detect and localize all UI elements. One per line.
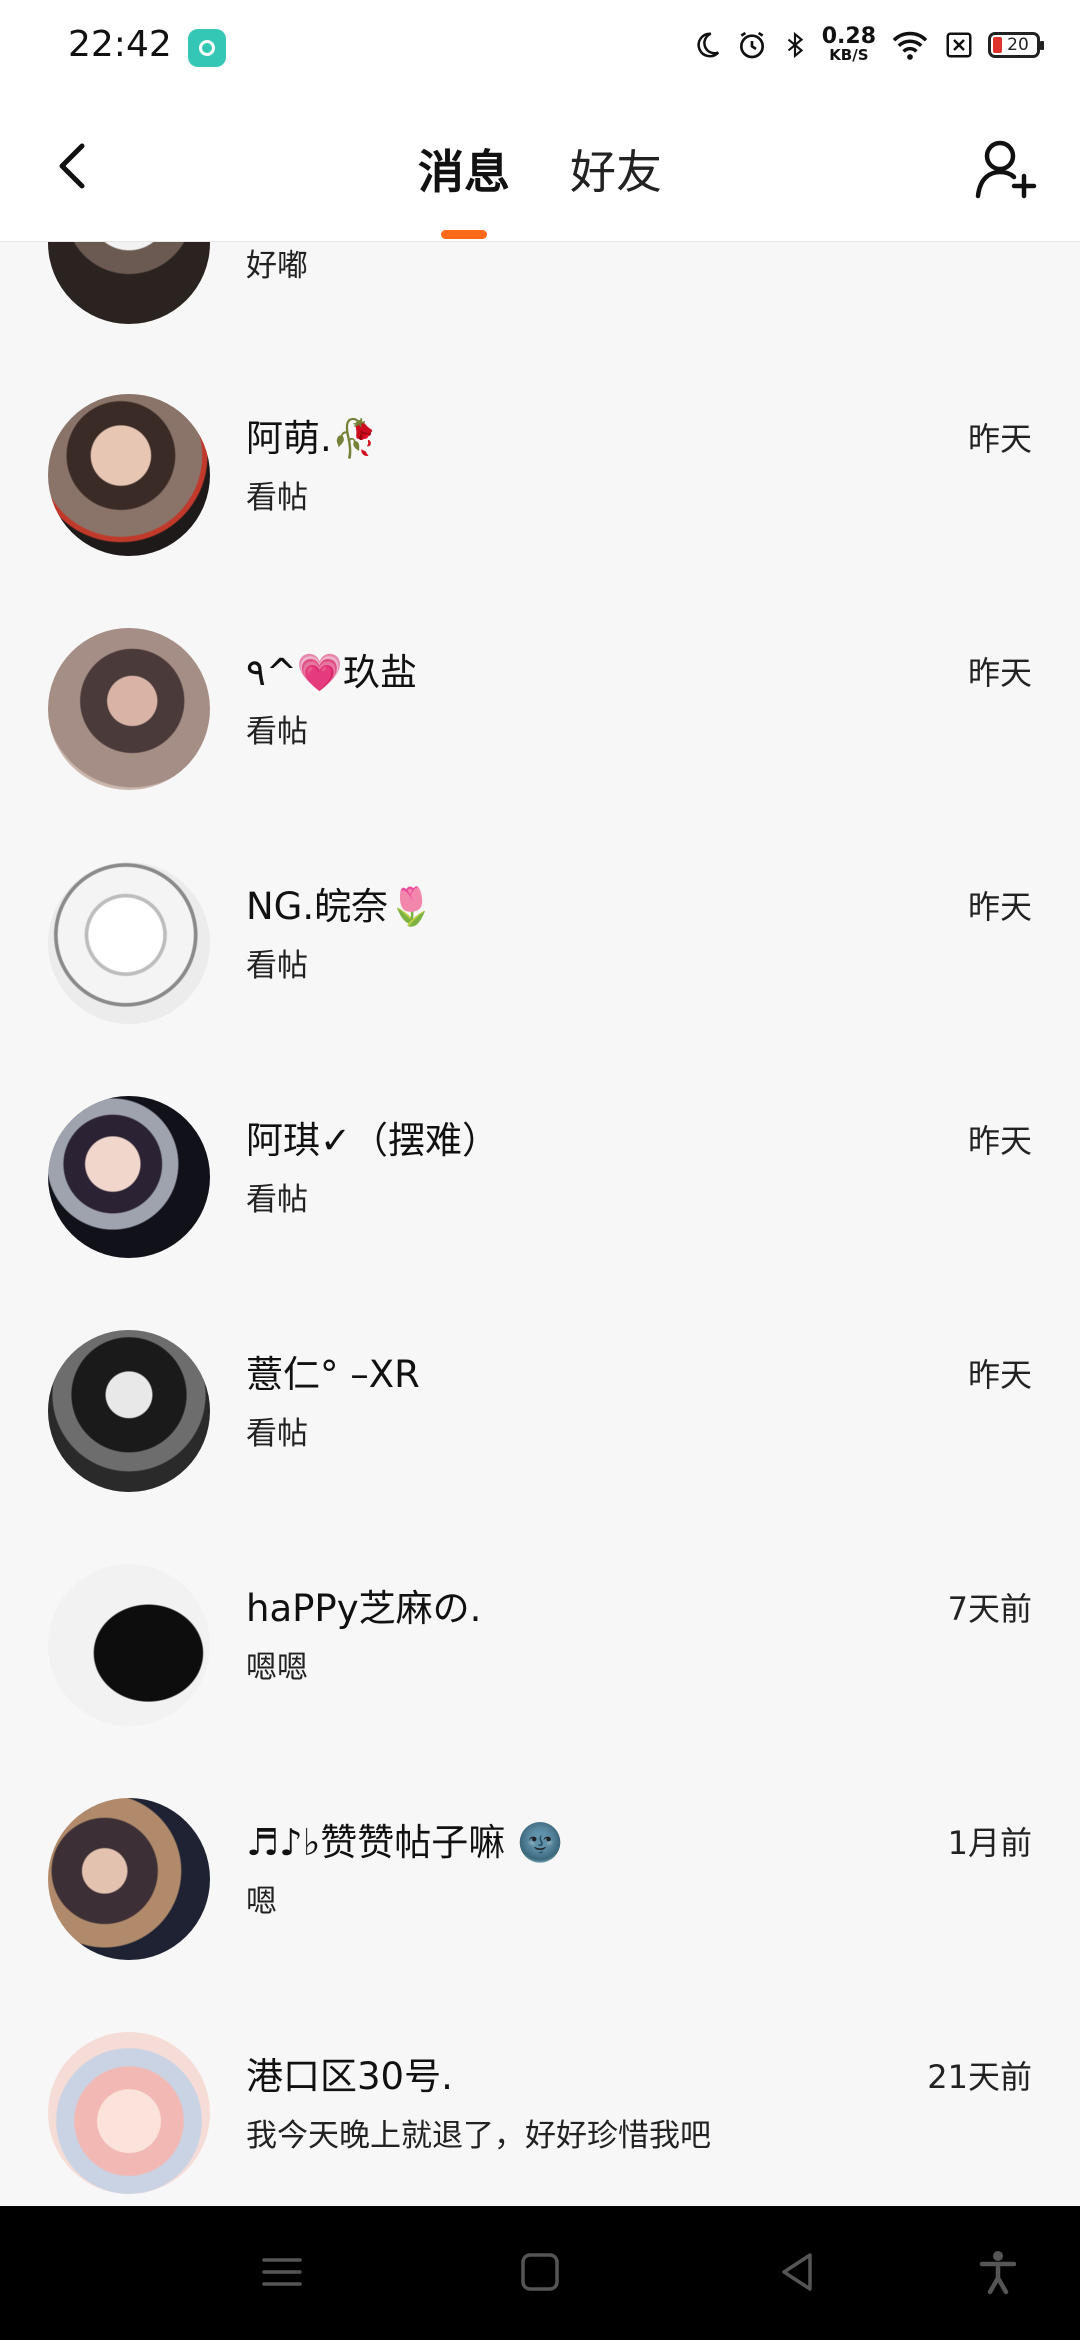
contact-name: ٩^💗玖盐 [246,651,417,694]
tab-messages[interactable]: 消息 [418,136,510,202]
list-item[interactable]: haPPy芝麻の. 7天前 嗯嗯 [0,1564,1080,1798]
moon-icon [697,31,719,57]
bluetooth-icon [787,31,803,58]
app-notification-icon [188,29,226,67]
status-icons: 0.28 KB/S 20 [692,24,1044,64]
message-preview: 看帖 [246,1182,308,1218]
list-item[interactable]: ٩^💗玖盐 昨天 看帖 [0,628,1080,862]
contact-name: NG.皖奈🌷 [246,885,435,928]
message-preview: 嗯 [246,1884,277,1920]
contact-name: 港口区30号. [246,2055,453,2098]
system-nav-bar [0,2206,1080,2340]
avatar [48,628,210,790]
avatar [48,1330,210,1492]
active-tab-indicator [441,230,487,239]
avatar [48,1096,210,1258]
list-item[interactable]: NG.皖奈🌷 昨天 看帖 [0,862,1080,1096]
avatar [48,242,210,324]
tab-friends[interactable]: 好友 [570,136,662,202]
message-list: 好嘟 阿萌.🥀 昨天 看帖 ٩^💗玖盐 昨天 看帖 NG.皖奈🌷 昨天 看帖 阿… [0,242,1080,2206]
message-time: 昨天 [967,1356,1032,1394]
message-time: 7天前 [947,1590,1032,1628]
contact-name: haPPy芝麻の. [246,1587,482,1630]
message-preview: 看帖 [246,480,308,516]
avatar [48,2032,210,2194]
list-item[interactable]: 阿萌.🥀 昨天 看帖 [0,394,1080,628]
message-preview: 看帖 [246,948,308,984]
list-item[interactable]: 好嘟 [0,242,1080,396]
message-time: 21天前 [927,2058,1032,2096]
message-time: 昨天 [967,420,1032,458]
message-time: 昨天 [967,654,1032,692]
contact-name: 阿萌.🥀 [246,417,378,460]
battery-icon: 20 [988,31,1044,58]
list-item[interactable]: ♬♪♭赞赞帖子嘛 🌚 1月前 嗯 [0,1798,1080,2032]
message-time: 昨天 [967,1122,1032,1160]
status-time: 22:42 [68,24,172,65]
message-preview: 看帖 [246,714,308,750]
message-preview: 嗯嗯 [246,1650,308,1686]
message-preview: 我今天晚上就退了，好好珍惜我吧 [246,2118,711,2154]
back-triangle-icon[interactable] [774,2248,822,2296]
top-header: 消息 好友 [0,96,1080,242]
avatar [48,862,210,1024]
message-preview: 好嘟 [246,248,308,284]
list-item[interactable]: 港口区30号. 21天前 我今天晚上就退了，好好珍惜我吧 [0,2032,1080,2206]
status-bar: 22:42 0.28 KB/S 20 [0,0,1080,96]
contact-name: 薏仁° –XR [246,1353,420,1396]
message-preview: 看帖 [246,1416,308,1452]
list-item[interactable]: 阿琪✓（摆难） 昨天 看帖 [0,1096,1080,1330]
no-sim-icon [946,32,972,57]
avatar [48,394,210,556]
list-item[interactable]: 薏仁° –XR 昨天 看帖 [0,1330,1080,1564]
accessibility-icon[interactable] [974,2248,1022,2296]
back-button[interactable] [44,136,104,196]
alarm-icon [739,31,764,58]
avatar [48,1798,210,1960]
avatar [48,1564,210,1726]
wifi-icon [892,31,928,60]
network-speed: 0.28 KB/S [821,24,876,64]
contact-name: ♬♪♭赞赞帖子嘛 🌚 [246,1821,564,1864]
contact-name: 阿琪✓（摆难） [246,1119,500,1162]
message-time: 昨天 [967,888,1032,926]
add-friend-button[interactable] [974,136,1038,200]
menu-icon[interactable] [258,2248,306,2296]
message-time: 1月前 [947,1824,1032,1862]
home-icon[interactable] [516,2248,564,2296]
